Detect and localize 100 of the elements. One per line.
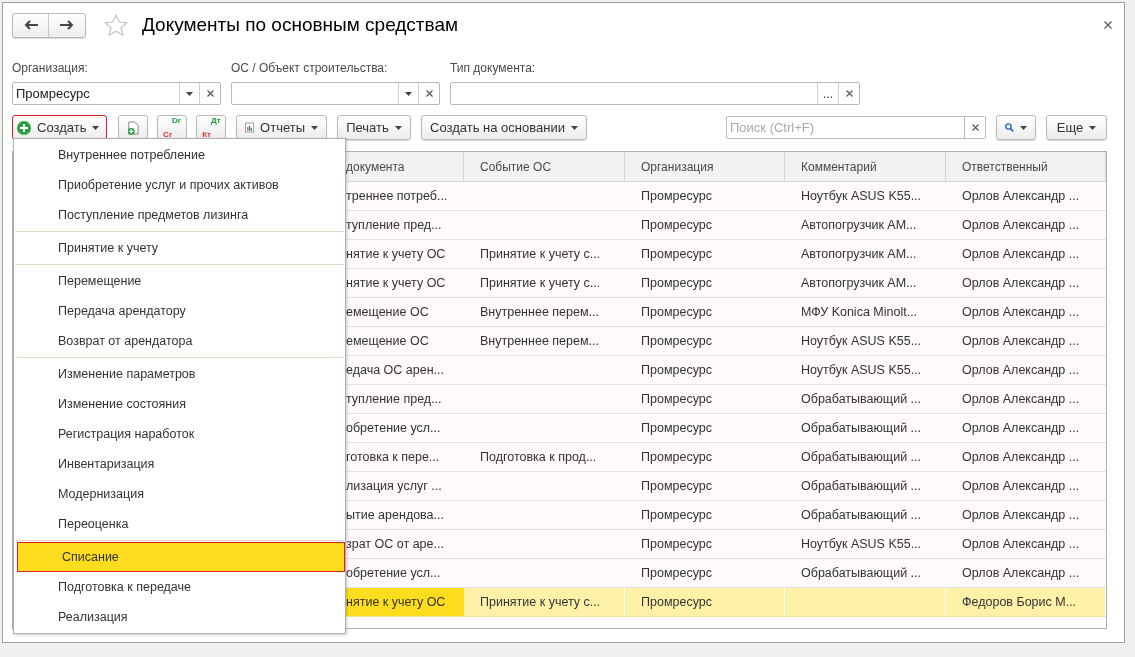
window-title: Документы по основным средствам — [142, 12, 459, 37]
table-cell-text: Ноутбук ASUS K55... — [801, 187, 922, 205]
table-cell-text: Принятие к учету с... — [480, 274, 601, 292]
posting-button[interactable]: Дт Кт — [196, 115, 226, 140]
table-cell-text: Промресурс — [641, 216, 712, 234]
column-header[interactable]: Комментарий — [801, 157, 877, 176]
table-cell-text: тупление пред... — [346, 390, 442, 408]
input-field[interactable]: Промресурс — [12, 82, 221, 105]
clear-icon — [971, 124, 979, 131]
table-cell-text: Промресурс — [641, 303, 712, 321]
posting-button[interactable]: Dr Cr — [157, 115, 187, 140]
table-cell-text: Промресурс — [641, 593, 712, 611]
column-header[interactable]: Организация — [641, 157, 714, 176]
table-cell-text: Промресурс — [641, 390, 712, 408]
table-cell-text: Принятие к учету с... — [480, 593, 601, 611]
table-cell-text: Промресурс — [641, 477, 712, 495]
menu-item[interactable]: Внутреннее потребление — [14, 140, 345, 170]
table-cell-text: Принятие к учету с... — [480, 245, 601, 263]
right-arrow-icon — [60, 20, 74, 30]
menu-item[interactable]: Перемещение — [14, 266, 345, 296]
table-cell-text: тупление пред... — [346, 216, 442, 234]
select-button[interactable]: ... — [817, 83, 838, 104]
table-cell-text: треннее потреб... — [346, 187, 448, 205]
table-cell-text: нятие к учету ОС — [346, 274, 446, 292]
table-cell-text: Обрабатывающий ... — [801, 506, 921, 524]
credit-label: Кт — [202, 130, 211, 139]
table-cell-text: обретение усл... — [346, 419, 441, 437]
close-icon[interactable] — [1104, 21, 1112, 29]
menu-item[interactable]: Принятие к учету — [14, 233, 345, 263]
table-cell-text: Промресурс — [641, 332, 712, 350]
table-cell-text: едача ОС арен... — [346, 361, 444, 379]
table-cell-text: МФУ Konica Minolt... — [801, 303, 918, 321]
clear-icon — [845, 90, 853, 97]
add-document-button[interactable] — [118, 115, 148, 140]
table-cell-text: готовка к пере... — [346, 448, 440, 466]
caret-icon — [405, 91, 412, 96]
column-header[interactable]: Событие ОС — [480, 157, 552, 176]
column-header[interactable]: документа — [346, 157, 405, 176]
caret-icon — [570, 125, 578, 130]
table-cell-text: Внутреннее перем... — [480, 332, 599, 350]
search-button[interactable] — [996, 115, 1036, 140]
credit-label: Cr — [163, 130, 172, 139]
field-label: ОС / Объект строительства: — [231, 60, 389, 77]
table-cell-text: емещение ОС — [346, 303, 429, 321]
table-cell-text: Автопогрузчик АМ... — [801, 245, 917, 263]
table-cell-text: Обрабатывающий ... — [801, 477, 921, 495]
caret-icon — [186, 91, 193, 96]
table-cell-text: Автопогрузчик АМ... — [801, 274, 917, 292]
table-cell-text: Обрабатывающий ... — [801, 564, 921, 582]
table-cell-text: Ноутбук ASUS K55... — [801, 535, 922, 553]
table-cell-text: Орлов Александр ... — [962, 535, 1080, 553]
caret-icon — [311, 125, 318, 130]
table-cell-text: Промресурс — [641, 187, 712, 205]
table-cell-text: Ноутбук ASUS K55... — [801, 332, 922, 350]
table-cell-text: Орлов Александр ... — [962, 477, 1080, 495]
more-button[interactable]: Еще — [1046, 115, 1107, 140]
table-cell-text: Промресурс — [641, 448, 712, 466]
print-button[interactable]: Печать — [337, 115, 411, 140]
menu-item[interactable]: Возврат от арендатора — [14, 326, 345, 356]
table-cell-text: нятие к учету ОС — [346, 593, 446, 611]
search-icon — [1005, 121, 1014, 134]
star-icon[interactable] — [104, 13, 128, 37]
table-cell-text: нятие к учету ОС — [346, 245, 446, 263]
table-cell-text: Обрабатывающий ... — [801, 390, 921, 408]
field-label: Организация: — [12, 60, 89, 77]
document-plus-icon — [127, 119, 139, 136]
caret-icon — [394, 125, 402, 130]
table-cell-text: Орлов Александр ... — [962, 216, 1080, 234]
table-cell-text: ытие арендова... — [346, 506, 444, 524]
menu-item[interactable]: Списание — [17, 542, 345, 572]
menu-item[interactable]: Передача арендатору — [14, 296, 345, 326]
table-cell-text: емещение ОС — [346, 332, 429, 350]
left-arrow-icon — [23, 20, 38, 30]
table-cell-text: Промресурс — [641, 535, 712, 553]
create-based-on-button[interactable]: Создать на основании — [421, 115, 587, 140]
table-cell-text: Орлов Александр ... — [962, 361, 1080, 379]
create-button[interactable]: Создать — [12, 115, 107, 140]
debit-label: Dr — [172, 116, 181, 125]
caret-icon — [92, 125, 100, 130]
field-label: Тип документа: — [450, 60, 537, 77]
table-cell-text: зрат ОС от аре... — [346, 535, 444, 553]
table-cell-text: Промресурс — [641, 564, 712, 582]
table-cell-text: Орлов Александр ... — [962, 245, 1080, 263]
caret-icon — [1089, 125, 1097, 130]
table-cell-text: Ноутбук ASUS K55... — [801, 361, 922, 379]
search-field[interactable]: Поиск (Ctrl+F) — [726, 116, 965, 139]
reports-button[interactable]: Отчеты — [236, 115, 327, 140]
clear-button[interactable] — [965, 116, 986, 139]
table-cell-text: Орлов Александр ... — [962, 448, 1080, 466]
table-cell-text: Подготовка к прод... — [480, 448, 597, 466]
column-header[interactable]: Ответственный — [962, 157, 1048, 176]
input-field[interactable]: ... — [450, 82, 860, 105]
caret-icon — [1020, 125, 1027, 130]
table-cell-text: Орлов Александр ... — [962, 506, 1080, 524]
table-cell-text: Промресурс — [641, 361, 712, 379]
input-field[interactable] — [231, 82, 440, 105]
clear-icon — [206, 90, 214, 97]
table-cell-text: обретение усл... — [346, 564, 441, 582]
table-cell-text: Орлов Александр ... — [962, 390, 1080, 408]
table-cell-text: Автопогрузчик АМ... — [801, 216, 917, 234]
